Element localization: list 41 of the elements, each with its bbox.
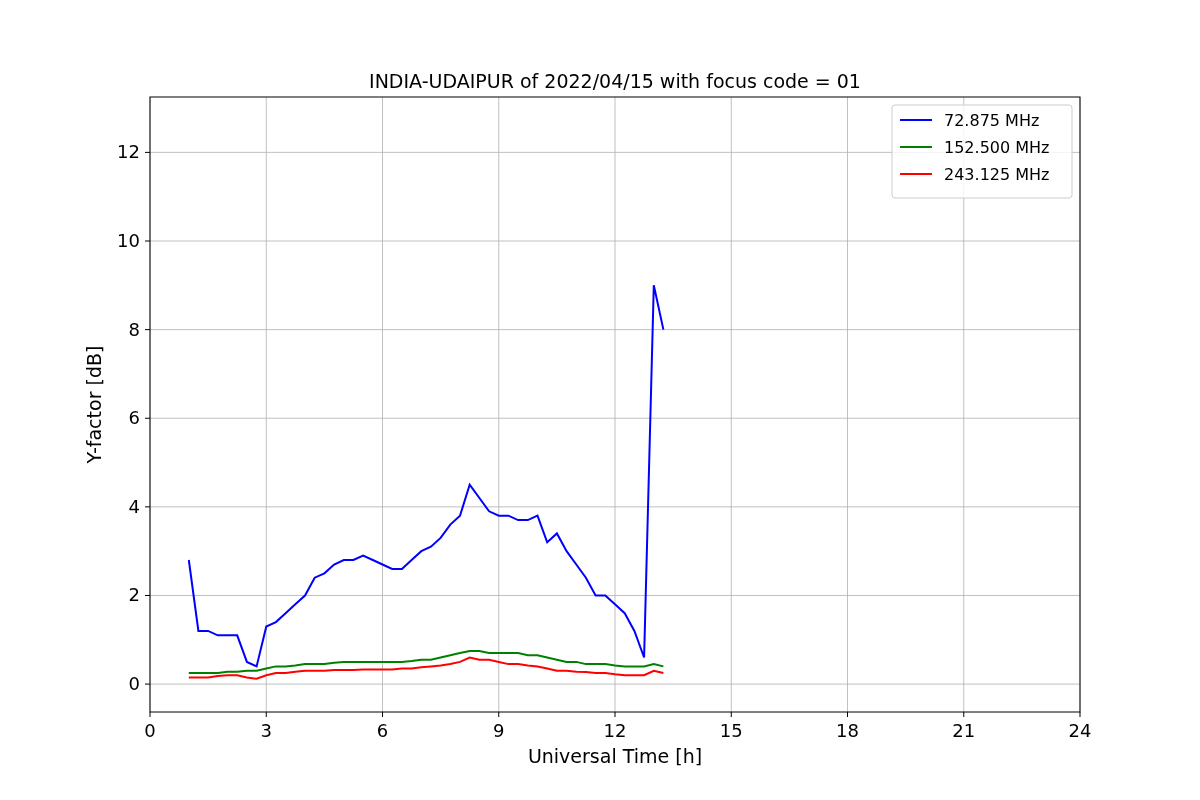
legend-line [899,173,933,175]
y-tick-label: 4 [128,495,140,517]
x-axis-tick [614,711,616,718]
chart-title: INDIA-UDAIPUR of 2022/04/15 with focus code = 01 [369,70,861,92]
x-tick-label: 21 [952,720,976,741]
y-axis-tick [144,417,151,419]
x-axis-label: Universal Time [h] [527,745,703,767]
x-tick-label: 18 [836,720,859,741]
x-tick-label: 3 [260,720,272,741]
legend-label: 243.125 MHz [944,165,1050,184]
legend-line [899,119,933,121]
legend-line [899,146,933,148]
y-axis-tick [144,594,151,596]
y-axis-tick [144,240,151,242]
y-axis-tick [144,683,151,685]
y-axis-tick [144,506,151,508]
legend-label: 72.875 MHz [944,111,1040,130]
x-axis-tick [149,711,151,718]
x-tick-label: 24 [1068,720,1092,741]
x-tick-label: 0 [144,720,156,741]
y-axis-tick [144,329,151,331]
x-tick-label: 9 [493,720,505,741]
x-axis-tick [265,711,267,718]
x-axis-tick [1079,711,1081,718]
x-axis-tick [730,711,732,718]
x-tick-label: 6 [376,720,389,741]
y-tick-label: 10 [117,230,140,251]
y-tick-label: 2 [128,584,140,606]
x-tick-label: 12 [603,720,627,741]
x-axis-tick [498,711,500,718]
y-tick-label: 12 [117,141,140,163]
x-axis-tick [963,711,965,718]
y-axis-label: Y-factor [dB] [83,345,105,464]
legend-label: 152.500 MHz [944,138,1050,157]
y-tick-label: 8 [128,318,140,340]
x-tick-label: 15 [719,720,743,741]
y-tick-label: 0 [128,673,140,695]
x-axis-tick [382,711,383,718]
x-axis-tick [847,711,848,718]
y-axis-tick [144,151,151,153]
y-tick-label: 6 [128,407,140,429]
